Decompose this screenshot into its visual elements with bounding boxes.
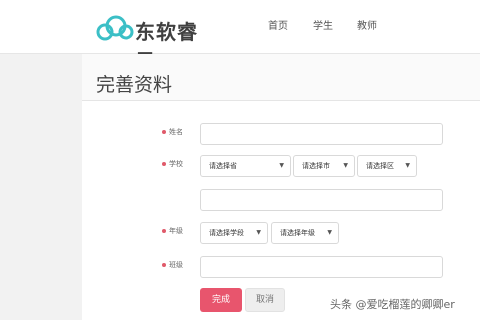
class-label: 班级	[169, 261, 183, 269]
stage-select[interactable]: 请选择学段 ▼	[200, 222, 268, 244]
caret-down-icon: ▼	[256, 229, 261, 236]
required-marker	[162, 162, 166, 166]
province-select[interactable]: 请选择省 ▼	[200, 155, 291, 177]
required-marker	[162, 263, 166, 267]
watermark-text: 头条 @爱吃榴莲的卿卿er	[330, 298, 455, 311]
school-name-input[interactable]	[200, 189, 443, 211]
caret-down-icon: ▼	[405, 162, 410, 169]
city-select-value: 请选择市	[302, 162, 330, 170]
brand-logo[interactable]: 东软睿云	[95, 14, 215, 73]
grade-select-value: 请选择年级	[280, 229, 315, 237]
page: 东软睿云 首页 学生 教师 完善资料 姓名 学校 请选择省 ▼ 请选择市 ▼ 请…	[0, 0, 480, 320]
nav-teacher[interactable]: 教师	[357, 17, 377, 32]
grade-select[interactable]: 请选择年级 ▼	[271, 222, 339, 244]
cloud-logo-icon	[96, 15, 134, 41]
page-title: 完善资料	[96, 74, 173, 96]
name-label: 姓名	[169, 128, 183, 136]
class-input[interactable]	[200, 256, 443, 278]
cancel-button[interactable]: 取消	[245, 288, 285, 312]
district-select[interactable]: 请选择区 ▼	[357, 155, 417, 177]
caret-down-icon: ▼	[343, 162, 348, 169]
submit-button[interactable]: 完成	[200, 288, 242, 312]
grade-label: 年级	[169, 227, 183, 235]
province-select-value: 请选择省	[209, 162, 237, 170]
district-select-value: 请选择区	[366, 162, 394, 170]
nav-home[interactable]: 首页	[268, 17, 288, 32]
caret-down-icon: ▼	[279, 162, 284, 169]
top-navigation-bar: 东软睿云 首页 学生 教师	[0, 0, 480, 73]
name-input[interactable]	[200, 123, 443, 145]
nav-student[interactable]: 学生	[313, 17, 333, 32]
city-select[interactable]: 请选择市 ▼	[293, 155, 355, 177]
caret-down-icon: ▼	[327, 229, 332, 236]
school-label: 学校	[169, 160, 183, 168]
required-marker	[162, 229, 166, 233]
required-marker	[162, 130, 166, 134]
stage-select-value: 请选择学段	[209, 229, 244, 237]
